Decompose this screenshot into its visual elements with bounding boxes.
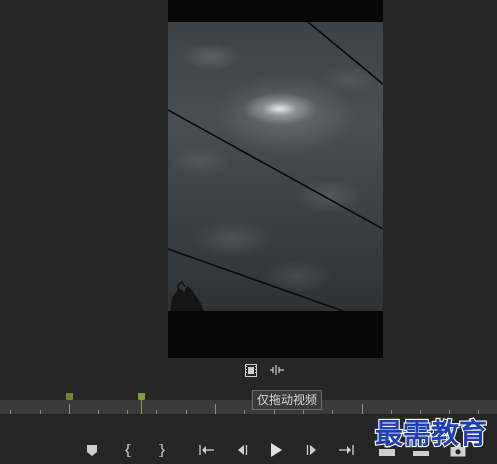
video-frame-image xyxy=(168,22,383,311)
add-marker-button[interactable] xyxy=(82,441,102,459)
step-back-button[interactable] xyxy=(231,441,251,459)
step-forward-icon xyxy=(306,445,316,455)
go-to-out-icon xyxy=(339,445,354,455)
svg-text:最需教育: 最需教育 xyxy=(375,417,487,450)
marker-icon xyxy=(87,444,97,456)
go-to-in-button[interactable] xyxy=(197,441,217,459)
watermark-logo: 最需教育 xyxy=(373,416,497,451)
drag-video-only-tooltip: 仅拖动视频 xyxy=(252,390,323,410)
mark-in-icon xyxy=(125,443,131,457)
playhead-marker[interactable] xyxy=(138,388,145,403)
mark-out-button[interactable] xyxy=(151,441,171,459)
filmstrip-icon[interactable] xyxy=(243,362,259,378)
in-point-marker[interactable] xyxy=(66,388,73,403)
mark-out-icon xyxy=(159,443,165,457)
step-back-icon xyxy=(237,445,247,455)
mark-in-button[interactable] xyxy=(119,441,139,459)
go-to-out-button[interactable] xyxy=(336,441,356,459)
timeline-track[interactable] xyxy=(0,400,497,414)
audio-waveform-icon[interactable] xyxy=(269,362,285,378)
go-to-in-icon xyxy=(199,445,214,455)
play-icon xyxy=(271,443,282,457)
video-preview[interactable] xyxy=(168,0,383,358)
view-controls xyxy=(243,362,288,380)
play-button[interactable] xyxy=(266,441,286,459)
step-forward-button[interactable] xyxy=(302,441,322,459)
